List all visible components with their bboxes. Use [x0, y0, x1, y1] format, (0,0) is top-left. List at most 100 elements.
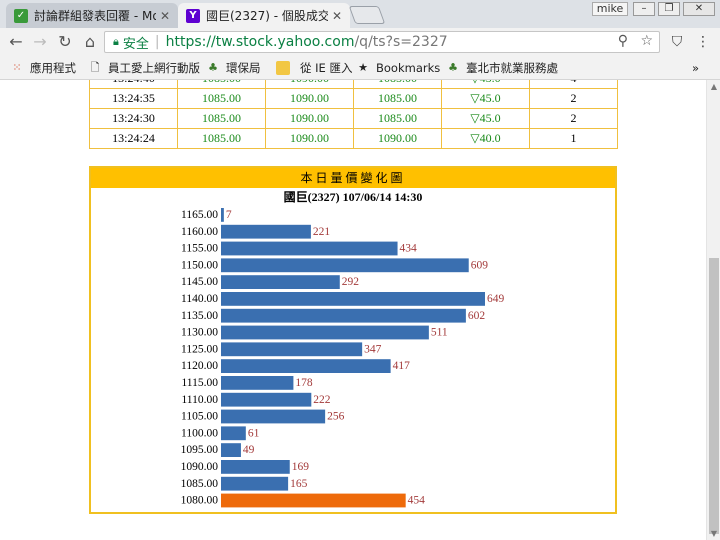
- scrollbar[interactable]: ▲ ▼: [706, 80, 720, 540]
- volume-value-label: 165: [290, 478, 308, 490]
- table-cell: 1090.00: [265, 80, 354, 89]
- close-window-icon[interactable]: ✕: [683, 2, 715, 16]
- volume-value-label: 347: [364, 343, 382, 355]
- table-cell: ▽45.0: [441, 88, 530, 109]
- volume-bar: [221, 208, 224, 222]
- bookmark-label: Bookmarks: [376, 61, 441, 75]
- volume-bar: [221, 258, 469, 273]
- tab-title: 討論群組發表回覆 - Mob: [34, 9, 156, 23]
- bookmarks-bar: ⁙ 應用程式 🗋 員工愛上網行動版 ♣ 環保局 從 IE 匯入 ★ Bookma…: [0, 56, 720, 80]
- page-content: 13:24:401085.001090.001085.00▽45.0413:24…: [0, 80, 706, 540]
- tab-stock[interactable]: Y 國巨(2327) - 個股成交明 ✕: [178, 3, 350, 28]
- chart-title: 國巨(2327) 107/06/14 14:30: [284, 190, 423, 204]
- bookmark-employee[interactable]: 🗋 員工愛上網行動版: [88, 60, 200, 76]
- omnibox-actions: ⚲ ☆: [618, 33, 653, 49]
- price-tick-label: 1090.00: [181, 461, 219, 473]
- volume-value-label: 292: [342, 276, 360, 288]
- volume-value-label: 49: [243, 444, 255, 456]
- page-icon: 🗋: [90, 61, 100, 74]
- price-tick-label: 1125.00: [181, 343, 218, 355]
- close-icon[interactable]: ✕: [160, 9, 170, 23]
- volume-value-label: 178: [295, 377, 313, 389]
- lock-icon: 🔒︎: [113, 35, 119, 48]
- table-cell: 13:24:35: [89, 88, 178, 109]
- table-cell: 2: [529, 108, 618, 129]
- address-bar[interactable]: 🔒︎ 安全 | https://tw.stock.yahoo.com/q/ts?…: [104, 31, 660, 53]
- back-icon[interactable]: ←: [6, 32, 26, 52]
- price-tick-label: 1135.00: [181, 310, 218, 322]
- zoom-icon[interactable]: ⚲: [618, 33, 628, 49]
- bookmark-label: 從 IE 匯入: [300, 61, 353, 75]
- price-tick-label: 1150.00: [181, 259, 218, 271]
- table-cell: 13:24:24: [89, 128, 178, 149]
- scroll-up-icon[interactable]: ▲: [710, 82, 718, 91]
- table-cell: 1090.00: [265, 128, 354, 149]
- menu-icon[interactable]: ⋮: [694, 33, 712, 51]
- bookmark-taipei-jobs[interactable]: ♣ 臺北市就業服務處: [446, 60, 558, 76]
- table-cell: 1085.00: [177, 128, 266, 149]
- volume-value-label: 222: [313, 394, 331, 406]
- forward-icon[interactable]: →: [30, 32, 50, 52]
- scroll-thumb[interactable]: [709, 258, 719, 534]
- volume-bar: [221, 443, 241, 457]
- volume-value-label: 602: [468, 310, 486, 322]
- new-tab-button[interactable]: [348, 6, 386, 24]
- table-row: 13:24:30 1085.00 1090.00 1085.00 ▽45.0 2: [89, 108, 618, 129]
- user-profile-button[interactable]: mike: [592, 2, 628, 16]
- table-cell: 1090.00: [265, 108, 354, 129]
- scroll-down-icon[interactable]: ▼: [710, 529, 718, 538]
- price-tick-label: 1115.00: [181, 377, 218, 389]
- volume-bar: [221, 275, 340, 289]
- bookmark-ie-import[interactable]: 從 IE 匯入: [276, 60, 352, 76]
- url-host: https://tw.stock.yahoo.com: [165, 34, 355, 50]
- yahoo-icon: Y: [186, 8, 200, 23]
- tab-strip: ✓ 討論群組發表回覆 - Mob ✕ Y 國巨(2327) - 個股成交明 ✕ …: [0, 0, 720, 28]
- price-tick-label: 1155.00: [181, 243, 218, 255]
- extension-icon[interactable]: ⛉: [668, 33, 686, 51]
- table-cell: 13:24:40: [89, 80, 178, 89]
- ticks-table: 13:24:401085.001090.001085.00▽45.0413:24…: [89, 80, 618, 149]
- minimize-icon[interactable]: –: [633, 2, 655, 16]
- volume-bar: [221, 241, 398, 256]
- volume-bar: [221, 308, 466, 323]
- volume-bar: [221, 376, 294, 390]
- bookmarks-overflow-icon[interactable]: »: [692, 60, 699, 76]
- volume-value-label: 434: [400, 243, 418, 255]
- volume-value-label: 454: [408, 495, 426, 507]
- table-cell: 1085.00: [353, 80, 442, 89]
- bookmark-star-icon[interactable]: ☆: [640, 33, 653, 49]
- bookmark-apps[interactable]: ⁙ 應用程式: [10, 60, 76, 76]
- bookmark-epb[interactable]: ♣ 環保局: [206, 60, 260, 76]
- home-icon[interactable]: ⌂: [80, 32, 100, 52]
- volume-value-label: 221: [313, 226, 331, 238]
- volume-value-label: 256: [327, 411, 345, 423]
- price-tick-label: 1120.00: [181, 360, 218, 372]
- volume-value-label: 649: [487, 293, 505, 305]
- star-icon: ★: [358, 61, 368, 74]
- table-cell: 1: [529, 128, 618, 149]
- chart-header: 本日量價變化圖: [91, 168, 615, 188]
- table-cell: ▽45.0: [441, 80, 530, 89]
- volume-value-label: 169: [292, 461, 310, 473]
- price-tick-label: 1160.00: [181, 226, 218, 238]
- price-tick-label: 1080.00: [181, 495, 219, 507]
- price-tick-label: 1105.00: [181, 411, 218, 423]
- table-cell: 1085.00: [177, 108, 266, 129]
- volume-price-chart: 本日量價變化圖 國巨(2327) 107/06/14 14:30 1165.00 7…: [89, 166, 617, 514]
- folder-icon: [276, 61, 290, 75]
- reload-icon[interactable]: ↻: [55, 32, 75, 52]
- close-icon[interactable]: ✕: [332, 9, 342, 23]
- table-row: 13:24:401085.001090.001085.00▽45.04: [89, 80, 618, 89]
- table-cell: 1085.00: [177, 80, 266, 89]
- table-cell: ▽45.0: [441, 108, 530, 129]
- table-cell: 1085.00: [177, 88, 266, 109]
- tab-discussion[interactable]: ✓ 討論群組發表回覆 - Mob ✕: [6, 3, 178, 28]
- bookmark-bookmarks[interactable]: ★ Bookmarks: [356, 60, 440, 76]
- volume-bar: [221, 224, 311, 239]
- apps-icon: ⁙: [12, 61, 22, 74]
- price-tick-label: 1165.00: [181, 209, 218, 221]
- volume-value-label: 61: [248, 427, 260, 439]
- chart-canvas: 國巨(2327) 107/06/14 14:30 1165.00 7 1160.00 2…: [181, 190, 505, 508]
- volume-bar: [221, 359, 391, 373]
- maximize-icon[interactable]: ❐: [658, 2, 680, 16]
